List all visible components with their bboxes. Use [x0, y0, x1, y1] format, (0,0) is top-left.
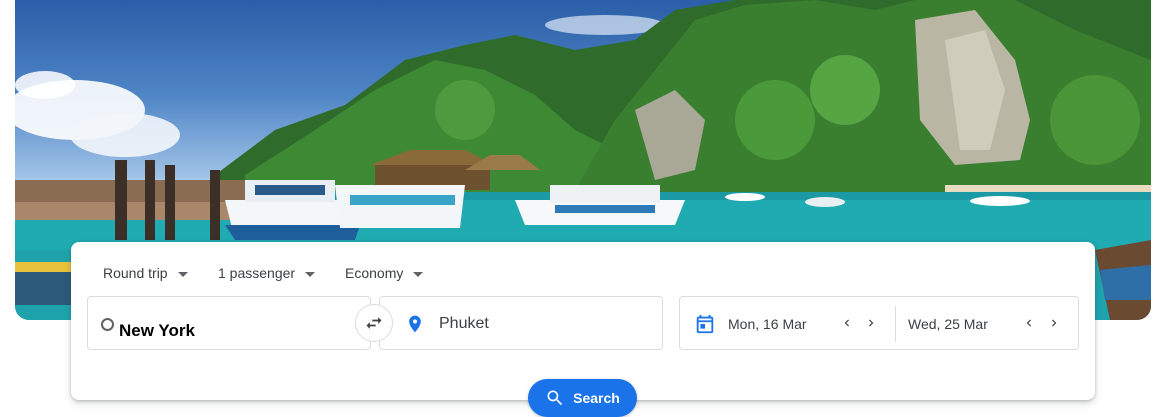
chevron-left-icon: [1026, 319, 1031, 327]
chevron-left-icon: [844, 319, 849, 327]
search-icon: [547, 390, 563, 406]
search-options-bar: Round trip 1 passenger Economy: [71, 242, 1095, 298]
trip-type-dropdown[interactable]: Round trip: [103, 262, 188, 284]
caret-down-icon: [177, 271, 188, 277]
chevron-right-icon: [869, 319, 874, 327]
flight-search-card: Round trip 1 passenger Economy New York: [71, 242, 1095, 417]
caret-down-icon: [413, 271, 424, 277]
destination-value: Phuket: [439, 315, 489, 332]
trip-type-label: Round trip: [103, 265, 168, 281]
return-prev-button[interactable]: [1019, 313, 1039, 333]
departure-prev-button[interactable]: [837, 313, 857, 333]
cabin-class-dropdown[interactable]: Economy: [345, 262, 424, 284]
return-date[interactable]: Wed, 25 Mar: [908, 316, 988, 332]
passengers-dropdown[interactable]: 1 passenger: [218, 262, 316, 284]
date-divider: [895, 306, 896, 342]
origin-circle-icon: [101, 318, 114, 331]
swap-arrows-icon: [366, 317, 382, 329]
calendar-icon: [696, 314, 714, 334]
caret-down-icon: [305, 271, 316, 277]
origin-value: New York: [119, 321, 195, 340]
return-next-button[interactable]: [1044, 313, 1064, 333]
origin-field[interactable]: New York: [87, 296, 371, 350]
dates-field[interactable]: Mon, 16 Mar Wed, 25 Mar: [679, 296, 1079, 350]
chevron-right-icon: [1052, 319, 1057, 327]
departure-date[interactable]: Mon, 16 Mar: [728, 316, 807, 332]
departure-next-button[interactable]: [861, 313, 881, 333]
cabin-class-label: Economy: [345, 265, 404, 281]
swap-button[interactable]: [355, 304, 393, 342]
location-pin-icon: [409, 315, 421, 333]
search-button-label: Search: [573, 390, 620, 406]
flights-search-page: Round trip 1 passenger Economy New York: [0, 0, 1166, 417]
destination-field[interactable]: Phuket: [379, 296, 663, 350]
passengers-label: 1 passenger: [218, 265, 296, 281]
search-button[interactable]: Search: [528, 379, 637, 417]
